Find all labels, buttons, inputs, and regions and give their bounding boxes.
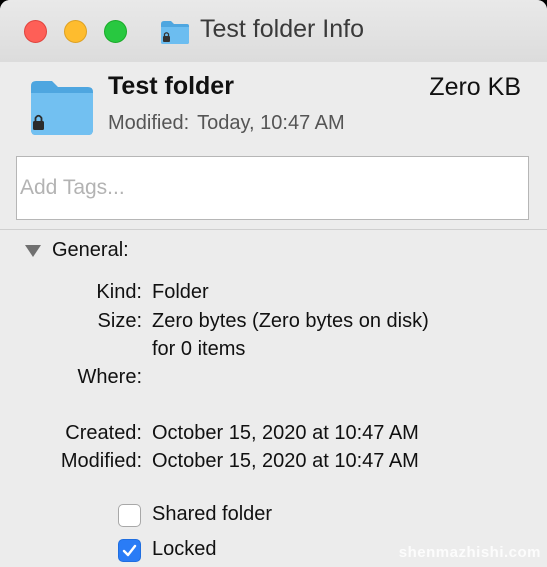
divider (0, 229, 547, 230)
file-name: Test folder (108, 72, 234, 100)
title-bar[interactable]: Test folder Info (0, 0, 547, 62)
disclosure-triangle-icon[interactable] (24, 244, 42, 258)
shared-folder-checkbox[interactable] (118, 504, 141, 527)
tags-input[interactable] (16, 156, 529, 220)
checkmark-icon (122, 544, 137, 557)
created-label: Created: (65, 422, 142, 444)
window-title: Test folder Info (200, 15, 364, 43)
folder-icon (161, 21, 189, 44)
size-label: Size: (97, 310, 142, 332)
created-value: October 15, 2020 at 10:47 AM (152, 422, 419, 444)
modified-value: October 15, 2020 at 10:47 AM (152, 450, 419, 472)
header-modified: Modified: Today, 10:47 AM (108, 112, 345, 135)
header-modified-value: Today, 10:47 AM (197, 112, 345, 134)
file-size: Zero KB (429, 73, 521, 101)
shared-folder-label[interactable]: Shared folder (152, 503, 272, 526)
minimize-button[interactable] (64, 20, 87, 43)
zoom-button[interactable] (104, 20, 127, 43)
locked-checkbox[interactable] (118, 539, 141, 562)
close-button[interactable] (24, 20, 47, 43)
size-value: Zero bytes (Zero bytes on disk) (152, 310, 429, 332)
watermark: shenmazhishi.com (398, 544, 541, 561)
kind-label: Kind: (96, 281, 142, 303)
modified-label: Modified: (60, 450, 142, 472)
header-modified-label: Modified: (108, 112, 190, 134)
info-window: Test folder Info Test folder Zero KB Mod… (0, 0, 547, 567)
general-section-header[interactable]: General: (52, 239, 129, 262)
kind-value: Folder (152, 281, 209, 303)
size-value-items: for 0 items (152, 338, 246, 360)
locked-folder-icon (31, 81, 93, 135)
locked-label[interactable]: Locked (152, 538, 217, 561)
where-label: Where: (77, 366, 142, 388)
